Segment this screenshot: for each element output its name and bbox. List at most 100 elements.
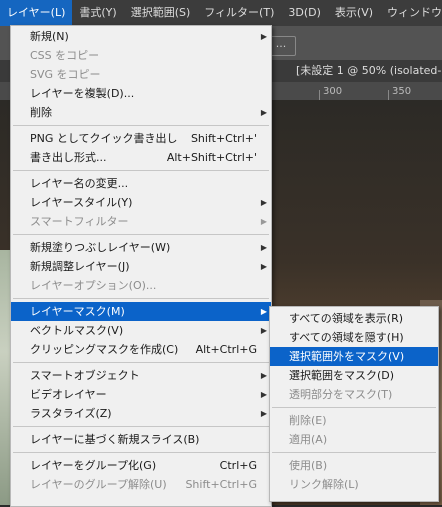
menu-item-label: すべての領域を隠す(H) (289, 331, 404, 344)
menu-item-label: リンク解除(L) (289, 478, 359, 491)
layer-menu-item[interactable]: スマートオブジェクト ▶ (11, 366, 271, 385)
submenu-arrow-icon: ▶ (260, 262, 267, 271)
menu-item-label: レイヤーオプション(O)... (30, 279, 157, 292)
menu-separator (13, 234, 269, 235)
menu-item-label: ラスタライズ(Z) (30, 407, 112, 420)
ruler-label-350: 350 (392, 86, 412, 97)
document-tab-title: [未設定 1 @ 50% (isolated-144 (296, 64, 442, 77)
menu-item-label: ベクトルマスク(V) (30, 324, 124, 337)
layer-menu-item[interactable]: ラスタライズ(Z) ▶ (11, 404, 271, 423)
menu-separator (13, 426, 269, 427)
submenu-arrow-icon: ▶ (260, 390, 267, 399)
submenu-arrow-icon: ▶ (260, 217, 267, 226)
mask-submenu-item[interactable]: 選択範囲外をマスク(V) (270, 347, 438, 366)
mask-submenu-item[interactable]: 選択範囲をマスク(D) (270, 366, 438, 385)
menu-item-label: レイヤーをグループ化(G) (30, 459, 157, 472)
menubar-item-1[interactable]: 書式(Y) (72, 0, 123, 26)
layer-menu-item[interactable]: レイヤーマスク(M) ▶ (11, 302, 271, 321)
mask-submenu-item: 使用(B) (270, 456, 438, 475)
mask-submenu-item[interactable]: すべての領域を隠す(H) (270, 328, 438, 347)
layer-menu-item: CSS をコピー (11, 46, 271, 65)
menubar-item-5[interactable]: 表示(V) (328, 0, 380, 26)
layer-menu-item[interactable]: レイヤーに基づく新規スライス(B) (11, 430, 271, 449)
menu-item-label: 削除 (30, 106, 52, 119)
layer-menu-item[interactable]: ビデオレイヤー ▶ (11, 385, 271, 404)
mask-submenu-item: 透明部分をマスク(T) (270, 385, 438, 404)
menubar-item-6[interactable]: ウィンドウ (380, 0, 442, 26)
submenu-arrow-icon: ▶ (260, 32, 267, 41)
menubar-item-3[interactable]: フィルター(T) (197, 0, 281, 26)
submenu-arrow-icon: ▶ (260, 307, 267, 316)
layer-menu-item: レイヤーオプション(O)... (11, 276, 271, 295)
menu-separator (13, 170, 269, 171)
menu-separator (13, 298, 269, 299)
menu-item-label: レイヤーマスク(M) (30, 305, 125, 318)
menu-item-label: レイヤーのグループ解除(U) (30, 478, 167, 491)
layer-menu: 新規(N) ▶ CSS をコピー SVG をコピーレイヤーを複製(D)... 削除 ▶ PN… (10, 25, 272, 507)
menu-bar: レイヤー(L) 書式(Y) 選択範囲(S) フィルター(T) 3D(D) 表示(V) ウィン… (0, 0, 442, 26)
layer-menu-item[interactable]: クリッピングマスクを作成(C) Alt+Ctrl+G (11, 340, 271, 359)
menu-item-label: レイヤーに基づく新規スライス(B) (30, 433, 200, 446)
layer-menu-item[interactable]: 書き出し形式... Alt+Shift+Ctrl+' (11, 148, 271, 167)
layer-menu-item: スマートフィルター ▶ (11, 212, 271, 231)
menu-item-shortcut: Alt+Ctrl+G (195, 343, 257, 356)
menu-separator (13, 452, 269, 453)
submenu-arrow-icon: ▶ (260, 108, 267, 117)
menu-item-shortcut: Shift+Ctrl+' (190, 132, 257, 145)
layer-menu-item[interactable]: 新規調整レイヤー(J) ▶ (11, 257, 271, 276)
layer-menu-item[interactable]: レイヤー名の変更... (11, 174, 271, 193)
menu-item-label: 透明部分をマスク(T) (289, 388, 393, 401)
menu-item-label: 新規(N) (30, 30, 69, 43)
layer-menu-item[interactable]: PNG としてクイック書き出し Shift+Ctrl+' (11, 129, 271, 148)
menu-item-label: 書き出し形式... (30, 151, 107, 164)
menu-separator (272, 407, 436, 408)
mask-submenu-item: リンク解除(L) (270, 475, 438, 494)
layer-menu-item[interactable]: 新規塗りつぶしレイヤー(W) ▶ (11, 238, 271, 257)
mask-submenu-item[interactable]: すべての領域を表示(R) (270, 309, 438, 328)
menu-separator (272, 452, 436, 453)
menu-item-label: SVG をコピー (30, 68, 101, 81)
layer-menu-item[interactable]: 削除 ▶ (11, 103, 271, 122)
menu-item-label: 新規調整レイヤー(J) (30, 260, 130, 273)
menu-item-label: 選択範囲外をマスク(V) (289, 350, 405, 363)
menu-item-label: レイヤー名の変更... (30, 177, 129, 190)
menu-item-label: すべての領域を表示(R) (289, 312, 404, 325)
layer-menu-item[interactable]: レイヤーをグループ化(G) Ctrl+G (11, 456, 271, 475)
menu-item-label: PNG としてクイック書き出し (30, 132, 178, 145)
menubar-item-2[interactable]: 選択範囲(S) (124, 0, 198, 26)
ruler-label-300: 300 (323, 86, 343, 97)
submenu-arrow-icon: ▶ (260, 371, 267, 380)
menu-item-label: 適用(A) (289, 433, 328, 446)
menu-item-label: 削除(E) (289, 414, 327, 427)
menu-item-shortcut: Ctrl+G (219, 459, 257, 472)
menu-item-label: スマートフィルター (30, 215, 129, 228)
menu-item-label: ビデオレイヤー (30, 388, 107, 401)
menubar-item-0[interactable]: レイヤー(L) (0, 0, 73, 26)
submenu-arrow-icon: ▶ (260, 198, 267, 207)
menu-item-label: クリッピングマスクを作成(C) (30, 343, 179, 356)
layer-menu-item[interactable]: レイヤースタイル(Y) ▶ (11, 193, 271, 212)
menu-separator (13, 362, 269, 363)
menu-item-shortcut: Shift+Ctrl+G (185, 478, 257, 491)
menu-separator (13, 125, 269, 126)
ruler-tick (319, 90, 320, 100)
menu-item-shortcut: Alt+Shift+Ctrl+' (166, 151, 257, 164)
layer-mask-submenu: すべての領域を表示(R) すべての領域を隠す(H) 選択範囲外をマスク(V) 選択範囲… (269, 306, 439, 502)
menu-item-label: 新規塗りつぶしレイヤー(W) (30, 241, 171, 254)
mask-submenu-item: 削除(E) (270, 411, 438, 430)
submenu-arrow-icon: ▶ (260, 243, 267, 252)
menu-item-label: 選択範囲をマスク(D) (289, 369, 395, 382)
ruler-tick (388, 90, 389, 100)
layer-menu-item[interactable]: レイヤーを複製(D)... (11, 84, 271, 103)
menu-item-label: レイヤースタイル(Y) (30, 196, 133, 209)
submenu-arrow-icon: ▶ (260, 409, 267, 418)
layer-menu-item[interactable]: ベクトルマスク(V) ▶ (11, 321, 271, 340)
layer-menu-item: SVG をコピー (11, 65, 271, 84)
menu-item-label: CSS をコピー (30, 49, 100, 62)
menu-item-label: レイヤーを複製(D)... (30, 87, 135, 100)
menu-item-label: 使用(B) (289, 459, 328, 472)
layer-menu-item: レイヤーのグループ解除(U) Shift+Ctrl+G (11, 475, 271, 494)
layer-menu-item[interactable]: 新規(N) ▶ (11, 27, 271, 46)
mask-submenu-item: 適用(A) (270, 430, 438, 449)
menubar-item-4[interactable]: 3D(D) (281, 0, 328, 26)
